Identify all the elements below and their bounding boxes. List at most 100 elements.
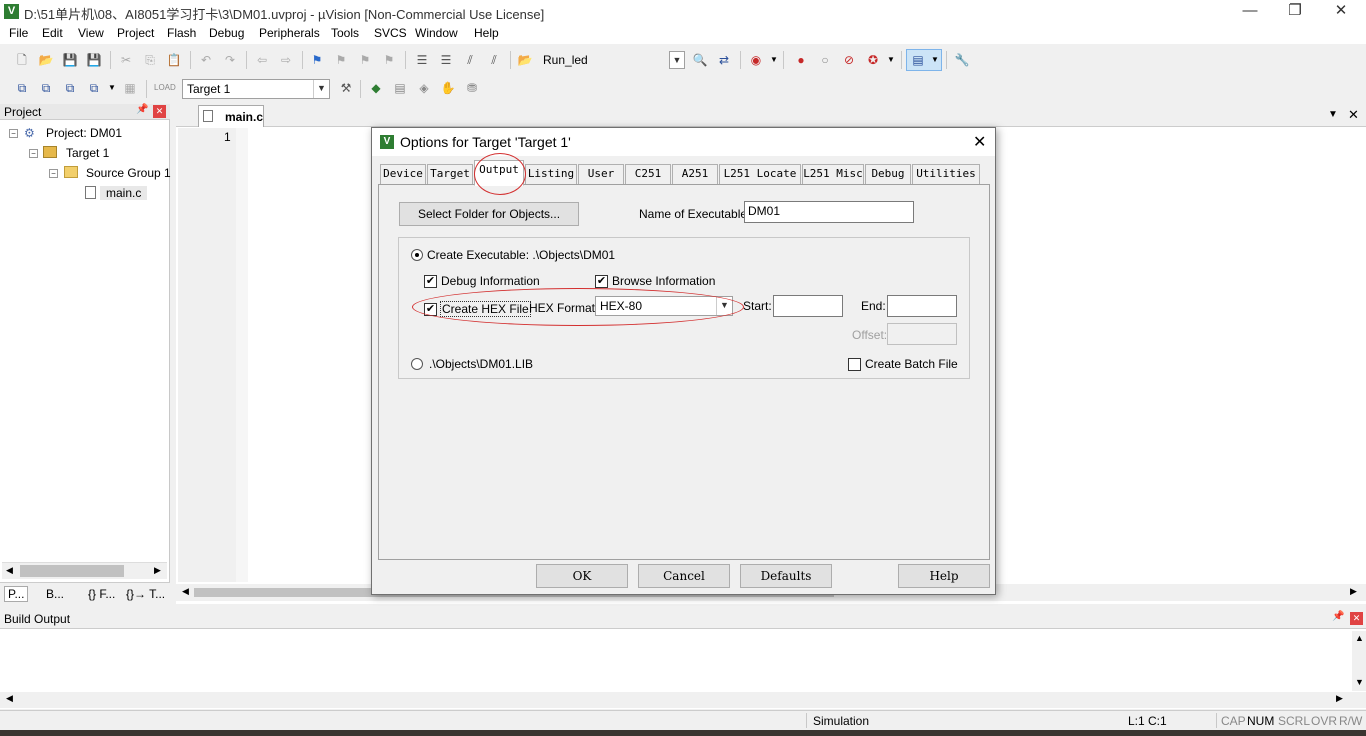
chevron-down-icon[interactable]: ▼ bbox=[766, 52, 782, 68]
cut-icon[interactable]: ✂ bbox=[118, 52, 134, 68]
configure-wrench-icon[interactable]: 🔧 bbox=[954, 52, 970, 68]
tab-device[interactable]: Device bbox=[380, 164, 426, 184]
name-of-executable-input[interactable]: DM01 bbox=[744, 201, 914, 223]
dialog-close-button[interactable]: ✕ bbox=[973, 132, 986, 152]
close-panel-button[interactable]: ✕ bbox=[153, 105, 166, 118]
find-in-files-icon[interactable]: 📂 bbox=[517, 52, 533, 68]
minimize-button[interactable]: — bbox=[1227, 0, 1273, 24]
menu-help[interactable]: Help bbox=[474, 26, 499, 40]
vertical-scrollbar[interactable]: ▲ ▼ bbox=[1352, 631, 1366, 691]
manage-components-icon[interactable]: ◆ bbox=[368, 80, 384, 96]
horizontal-scrollbar[interactable]: ◀ ▶ bbox=[0, 692, 1366, 708]
scroll-down-icon[interactable]: ▼ bbox=[1355, 677, 1364, 687]
bookmark-icon[interactable]: ⚑ bbox=[309, 52, 325, 68]
restore-button[interactable]: ❐ bbox=[1272, 0, 1318, 24]
save-icon[interactable]: 💾 bbox=[62, 52, 78, 68]
menu-edit[interactable]: Edit bbox=[42, 26, 63, 40]
nav-back-icon[interactable]: ⇦ bbox=[254, 52, 270, 68]
nav-forward-icon[interactable]: ⇨ bbox=[278, 52, 294, 68]
redo-icon[interactable]: ↷ bbox=[222, 52, 238, 68]
tab-a251[interactable]: A251 bbox=[672, 164, 718, 184]
create-executable-radio[interactable] bbox=[411, 249, 423, 261]
close-editor-icon[interactable]: ✕ bbox=[1348, 107, 1359, 123]
window-layout-button[interactable]: ▤ ▼ bbox=[906, 49, 942, 71]
find-combo[interactable]: Run_led ▼ bbox=[538, 50, 686, 70]
menu-tools[interactable]: Tools bbox=[331, 26, 359, 40]
indent-icon[interactable]: ☰ bbox=[414, 52, 430, 68]
scroll-left-icon[interactable]: ◀ bbox=[182, 586, 189, 597]
tree-main-c[interactable]: main.c bbox=[100, 186, 148, 200]
tab-listing[interactable]: Listing bbox=[525, 164, 577, 184]
templates-tab[interactable]: {}→ T... bbox=[126, 587, 165, 601]
undo-icon[interactable]: ↶ bbox=[198, 52, 214, 68]
new-file-icon[interactable]: 🗋 bbox=[14, 52, 30, 68]
run-time-env-icon[interactable]: ✋ bbox=[440, 80, 456, 96]
menu-peripherals[interactable]: Peripherals bbox=[259, 26, 320, 40]
build-icon[interactable]: ⧉ bbox=[38, 80, 54, 96]
menu-svcs[interactable]: SVCS bbox=[374, 26, 407, 40]
menu-debug[interactable]: Debug bbox=[209, 26, 244, 40]
start-input[interactable] bbox=[773, 295, 843, 317]
tab-l251-locate[interactable]: L251 Locate bbox=[719, 164, 801, 184]
project-tab[interactable]: P... bbox=[4, 586, 29, 602]
pack-manager-icon[interactable]: ⛃ bbox=[464, 80, 480, 96]
help-button[interactable]: Help bbox=[898, 564, 990, 588]
pin-icon[interactable]: 📌 bbox=[1332, 611, 1344, 622]
kill-breakpoints-icon[interactable]: ✪ bbox=[865, 52, 881, 68]
prev-bookmark-icon[interactable]: ⚑ bbox=[333, 52, 349, 68]
paste-icon[interactable]: 📋 bbox=[166, 52, 182, 68]
comment-icon[interactable]: ⫽ bbox=[462, 52, 478, 68]
collapse-toggle-icon[interactable]: − bbox=[49, 169, 58, 178]
tab-utilities[interactable]: Utilities bbox=[912, 164, 980, 184]
debug-info-checkbox[interactable]: ✔ bbox=[424, 275, 437, 288]
collapse-toggle-icon[interactable]: − bbox=[29, 149, 38, 158]
defaults-button[interactable]: Defaults bbox=[740, 564, 832, 588]
translate-icon[interactable]: ⧉ bbox=[14, 80, 30, 96]
menu-flash[interactable]: Flash bbox=[167, 26, 196, 40]
chevron-down-icon[interactable]: ▼ bbox=[1328, 109, 1338, 120]
tab-c251[interactable]: C251 bbox=[625, 164, 671, 184]
scroll-left-icon[interactable]: ◀ bbox=[6, 693, 13, 704]
chevron-down-icon[interactable]: ▼ bbox=[883, 52, 899, 68]
books-tab[interactable]: B... bbox=[46, 587, 64, 601]
menu-file[interactable]: File bbox=[9, 26, 28, 40]
tab-target[interactable]: Target bbox=[427, 164, 473, 184]
menu-window[interactable]: Window bbox=[415, 26, 458, 40]
rebuild-icon[interactable]: ⧉ bbox=[62, 80, 78, 96]
incremental-find-icon[interactable]: ⇄ bbox=[716, 52, 732, 68]
scroll-left-icon[interactable]: ◀ bbox=[6, 565, 13, 576]
menu-view[interactable]: View bbox=[78, 26, 104, 40]
find-icon[interactable]: 🔍 bbox=[692, 52, 708, 68]
chevron-down-icon[interactable]: ▼ bbox=[313, 80, 329, 98]
end-input[interactable] bbox=[887, 295, 957, 317]
download-load-icon[interactable]: LOAD bbox=[154, 80, 176, 96]
create-batch-checkbox[interactable] bbox=[848, 358, 861, 371]
uncomment-icon[interactable]: ⫽ bbox=[486, 52, 502, 68]
disable-breakpoints-icon[interactable]: ⊘ bbox=[841, 52, 857, 68]
pack-installer-icon[interactable]: ◈ bbox=[416, 80, 432, 96]
next-bookmark-icon[interactable]: ⚑ bbox=[357, 52, 373, 68]
create-library-radio[interactable] bbox=[411, 358, 423, 370]
select-folder-button[interactable]: Select Folder for Objects... bbox=[399, 202, 579, 226]
chevron-down-icon[interactable]: ▼ bbox=[104, 80, 120, 96]
stop-build-icon[interactable]: ▦ bbox=[122, 80, 138, 96]
tree-project[interactable]: Project: DM01 bbox=[46, 126, 122, 140]
select-packs-icon[interactable]: ▤ bbox=[392, 80, 408, 96]
pin-icon[interactable]: 📌 bbox=[136, 104, 148, 115]
collapse-toggle-icon[interactable]: − bbox=[9, 129, 18, 138]
batch-build-icon[interactable]: ⧉ bbox=[86, 80, 102, 96]
scroll-up-icon[interactable]: ▲ bbox=[1355, 633, 1364, 643]
unindent-icon[interactable]: ☰ bbox=[438, 52, 454, 68]
functions-tab[interactable]: {} F... bbox=[88, 587, 115, 601]
editor-tab-main-c[interactable]: main.c bbox=[198, 105, 264, 127]
clear-bookmarks-icon[interactable]: ⚑ bbox=[381, 52, 397, 68]
close-window-button[interactable]: ✕ bbox=[1318, 0, 1364, 24]
scroll-right-icon[interactable]: ▶ bbox=[1336, 693, 1343, 704]
debug-session-icon[interactable]: ◉ bbox=[748, 52, 764, 68]
scroll-right-icon[interactable]: ▶ bbox=[1350, 586, 1357, 597]
save-all-icon[interactable]: 💾 bbox=[86, 52, 102, 68]
insert-breakpoint-icon[interactable]: ● bbox=[793, 52, 809, 68]
tab-user[interactable]: User bbox=[578, 164, 624, 184]
enable-breakpoint-icon[interactable]: ○ bbox=[817, 52, 833, 68]
target-options-icon[interactable]: ⚒ bbox=[338, 80, 354, 96]
